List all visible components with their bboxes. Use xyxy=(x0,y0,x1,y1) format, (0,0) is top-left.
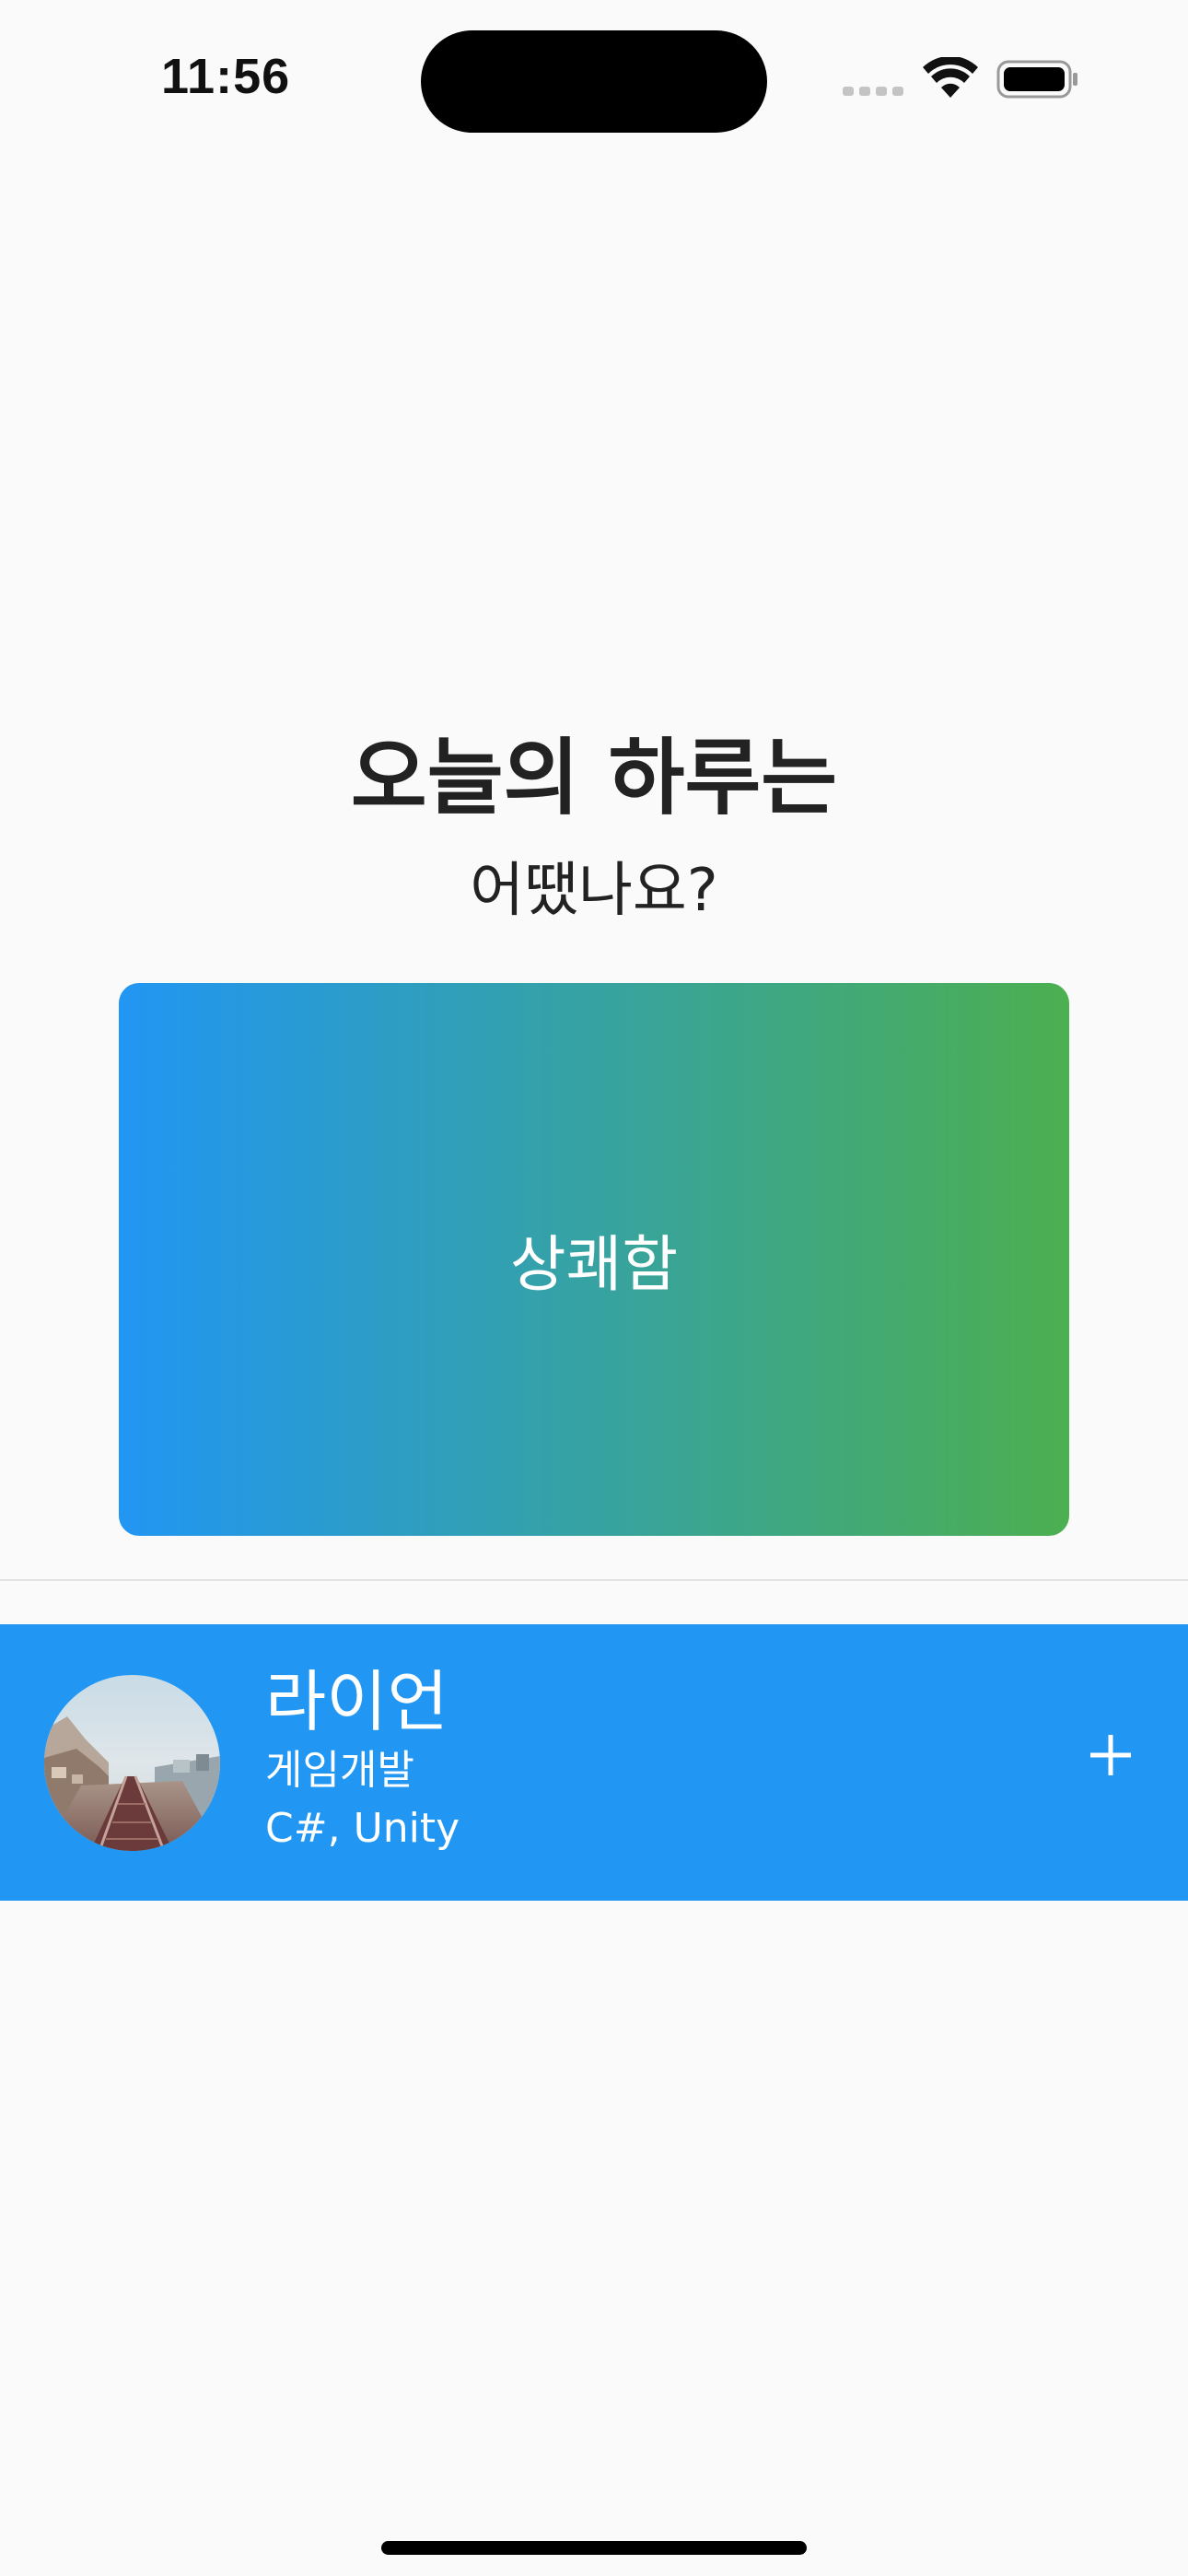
home-indicator[interactable] xyxy=(381,2541,807,2555)
status-time: 11:56 xyxy=(161,49,291,104)
avatar-railway-photo xyxy=(44,1675,220,1851)
profile-role: 게임개발 xyxy=(265,1747,414,1794)
page-title: 오늘의 하루는 xyxy=(350,730,838,826)
profile-card: 라이언 게임개발 C#, Unity xyxy=(0,1624,1188,1901)
battery-icon xyxy=(996,60,1077,99)
divider xyxy=(0,1579,1188,1581)
profile-name: 라이언 xyxy=(265,1663,448,1740)
dynamic-island xyxy=(421,30,767,133)
add-button[interactable] xyxy=(1074,1718,1147,1792)
mood-card[interactable]: 상쾌함 xyxy=(119,983,1069,1536)
plus-icon xyxy=(1090,1735,1131,1775)
avatar xyxy=(44,1675,220,1851)
mood-label: 상쾌함 xyxy=(509,1229,679,1300)
profile-skills: C#, Unity xyxy=(265,1805,460,1852)
page-subtitle: 어땠나요? xyxy=(470,857,718,925)
wifi-icon xyxy=(923,57,978,98)
cellular-signal-icon xyxy=(843,87,903,96)
